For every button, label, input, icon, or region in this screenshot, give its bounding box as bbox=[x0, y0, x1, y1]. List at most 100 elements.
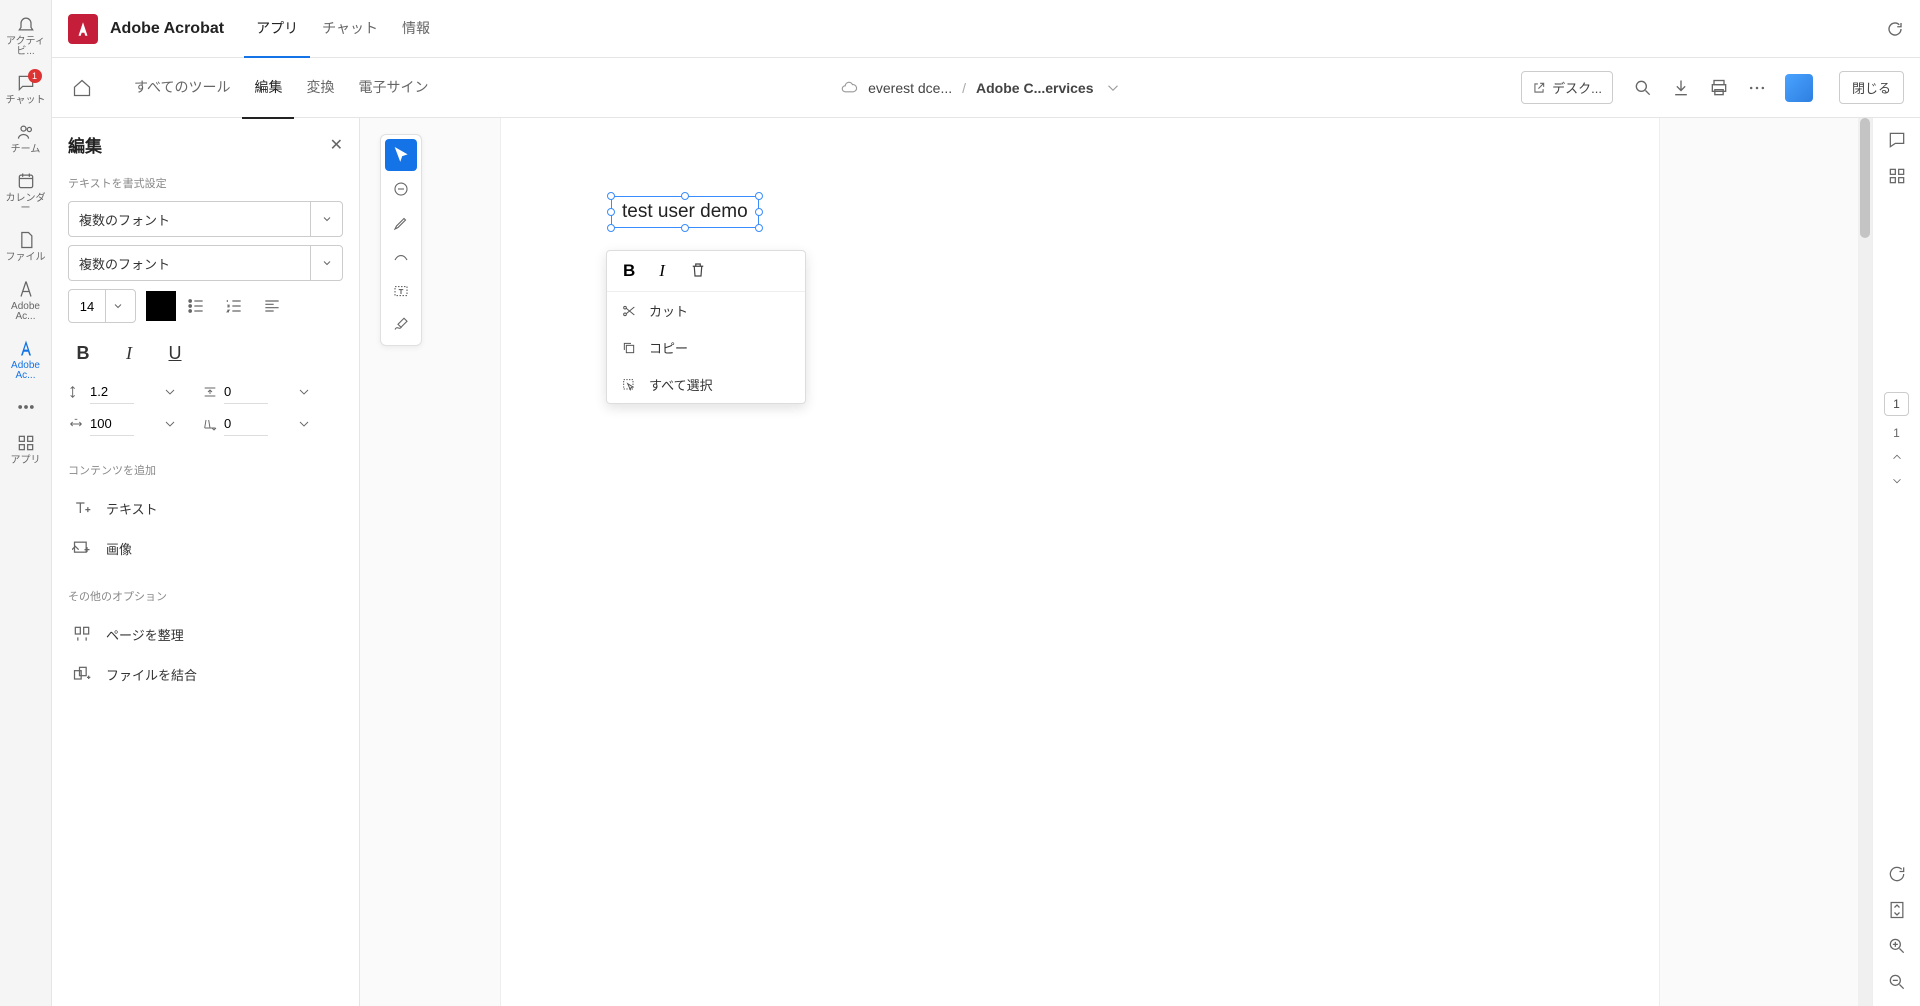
select-all-icon bbox=[621, 377, 637, 393]
rail-more[interactable] bbox=[2, 391, 50, 423]
page-down-icon[interactable] bbox=[1890, 474, 1904, 488]
top-tab-info[interactable]: 情報 bbox=[390, 0, 442, 58]
breadcrumb-cloud[interactable]: everest dce... bbox=[868, 80, 952, 96]
resize-handle-ne[interactable] bbox=[755, 192, 763, 200]
font-size-dropdown[interactable] bbox=[105, 290, 129, 322]
tool-highlight[interactable] bbox=[385, 207, 417, 239]
breadcrumb-doc[interactable]: Adobe C...ervices bbox=[976, 80, 1094, 96]
chevron-down-icon[interactable] bbox=[162, 384, 178, 400]
zoom-out-icon[interactable] bbox=[1887, 972, 1907, 992]
resize-handle-s[interactable] bbox=[681, 224, 689, 232]
list-bullet-icon[interactable] bbox=[186, 296, 206, 316]
font-size-input[interactable] bbox=[68, 289, 136, 323]
line-height-field[interactable] bbox=[68, 380, 178, 404]
rail-acrobat-2[interactable]: Adobe Ac... bbox=[2, 332, 50, 387]
align-left-icon[interactable] bbox=[262, 296, 282, 316]
tool-draw[interactable] bbox=[385, 241, 417, 273]
rail-acrobat-1[interactable]: Adobe Ac... bbox=[2, 273, 50, 328]
resize-handle-se[interactable] bbox=[755, 224, 763, 232]
print-icon[interactable] bbox=[1709, 78, 1729, 98]
refresh-icon[interactable] bbox=[1886, 20, 1904, 38]
ctx-copy[interactable]: コピー bbox=[607, 329, 805, 366]
copy-icon bbox=[621, 340, 637, 356]
rail-team[interactable]: チーム bbox=[2, 116, 50, 161]
list-numbered-icon[interactable] bbox=[224, 296, 244, 316]
rail-apps[interactable]: アプリ bbox=[2, 427, 50, 472]
add-image-button[interactable]: 画像 bbox=[68, 528, 343, 568]
edit-panel-close[interactable]: ✕ bbox=[330, 135, 343, 155]
scrollbar-thumb[interactable] bbox=[1860, 118, 1870, 238]
resize-handle-e[interactable] bbox=[755, 208, 763, 216]
sec-tab-convert[interactable]: 変換 bbox=[294, 57, 346, 119]
more-icon[interactable] bbox=[1747, 78, 1767, 98]
ctx-bold[interactable]: B bbox=[623, 261, 635, 281]
chevron-down-icon[interactable] bbox=[296, 416, 312, 432]
sec-tab-edit[interactable]: 編集 bbox=[242, 57, 294, 119]
italic-button[interactable]: I bbox=[118, 343, 140, 364]
font-family-select[interactable]: 複数のフォント bbox=[68, 201, 343, 237]
ctx-cut[interactable]: カット bbox=[607, 292, 805, 329]
tool-text[interactable] bbox=[385, 275, 417, 307]
tool-sign[interactable] bbox=[385, 309, 417, 341]
character-spacing-field[interactable] bbox=[202, 412, 312, 436]
add-text-button[interactable]: テキスト bbox=[68, 488, 343, 528]
sec-tab-esign[interactable]: 電子サイン bbox=[346, 57, 440, 119]
rail-calendar[interactable]: カレンダー bbox=[2, 165, 50, 220]
close-button[interactable]: 閉じる bbox=[1839, 71, 1904, 104]
download-icon[interactable] bbox=[1671, 78, 1691, 98]
rail-apps-label: アプリ bbox=[11, 456, 41, 466]
scissors-icon bbox=[621, 303, 637, 319]
zoom-in-icon[interactable] bbox=[1887, 936, 1907, 956]
line-height-value[interactable] bbox=[90, 380, 134, 404]
trash-icon[interactable] bbox=[689, 261, 707, 279]
home-button[interactable] bbox=[68, 74, 96, 102]
scrollbar[interactable] bbox=[1858, 118, 1872, 1006]
section-other-label: その他のオプション bbox=[68, 588, 343, 604]
rail-activity[interactable]: アクティビ... bbox=[2, 8, 50, 63]
paragraph-spacing-field[interactable] bbox=[202, 380, 312, 404]
character-spacing-value[interactable] bbox=[224, 412, 268, 436]
document-page[interactable]: test user demo B I bbox=[500, 118, 1660, 1006]
top-tab-apps[interactable]: アプリ bbox=[244, 0, 310, 58]
top-tab-chat[interactable]: チャット bbox=[310, 0, 390, 58]
profile-avatar[interactable] bbox=[1785, 74, 1813, 102]
ctx-select-all-label: すべて選択 bbox=[649, 375, 713, 394]
thumbnails-icon[interactable] bbox=[1887, 166, 1907, 186]
chevron-down-icon[interactable] bbox=[1104, 79, 1122, 97]
font-size-value[interactable] bbox=[69, 299, 105, 314]
selected-text-box[interactable]: test user demo bbox=[611, 196, 759, 228]
resize-handle-nw[interactable] bbox=[607, 192, 615, 200]
ctx-select-all[interactable]: すべて選択 bbox=[607, 366, 805, 403]
chevron-down-icon[interactable] bbox=[162, 416, 178, 432]
chevron-down-icon[interactable] bbox=[296, 384, 312, 400]
rail-chat[interactable]: 1 チャット bbox=[2, 67, 50, 112]
resize-handle-w[interactable] bbox=[607, 208, 615, 216]
resize-handle-sw[interactable] bbox=[607, 224, 615, 232]
fit-page-icon[interactable] bbox=[1887, 900, 1907, 920]
horizontal-scale-value[interactable] bbox=[90, 412, 134, 436]
rail-files[interactable]: ファイル bbox=[2, 224, 50, 269]
tool-select[interactable] bbox=[385, 139, 417, 171]
color-picker[interactable] bbox=[146, 291, 176, 321]
sec-tab-all-tools[interactable]: すべてのツール bbox=[122, 57, 242, 119]
tool-comment[interactable] bbox=[385, 173, 417, 205]
text-box-content[interactable]: test user demo bbox=[622, 201, 748, 222]
paragraph-spacing-value[interactable] bbox=[224, 380, 268, 404]
desktop-button[interactable]: デスク... bbox=[1521, 71, 1613, 104]
font-style-select[interactable]: 複数のフォント bbox=[68, 245, 343, 281]
apps-grid-icon bbox=[16, 433, 36, 453]
horizontal-scale-field[interactable] bbox=[68, 412, 178, 436]
search-icon[interactable] bbox=[1633, 78, 1653, 98]
font-style-dropdown[interactable] bbox=[310, 246, 342, 280]
comments-panel-icon[interactable] bbox=[1887, 130, 1907, 150]
rotate-icon[interactable] bbox=[1887, 864, 1907, 884]
underline-button[interactable]: U bbox=[164, 343, 186, 364]
current-page-input[interactable]: 1 bbox=[1884, 392, 1909, 416]
organize-pages-button[interactable]: ページを整理 bbox=[68, 614, 343, 654]
resize-handle-n[interactable] bbox=[681, 192, 689, 200]
bold-button[interactable]: B bbox=[72, 343, 94, 364]
combine-files-button[interactable]: ファイルを結合 bbox=[68, 654, 343, 694]
ctx-italic[interactable]: I bbox=[659, 261, 665, 281]
page-up-icon[interactable] bbox=[1890, 450, 1904, 464]
font-family-dropdown[interactable] bbox=[310, 202, 342, 236]
